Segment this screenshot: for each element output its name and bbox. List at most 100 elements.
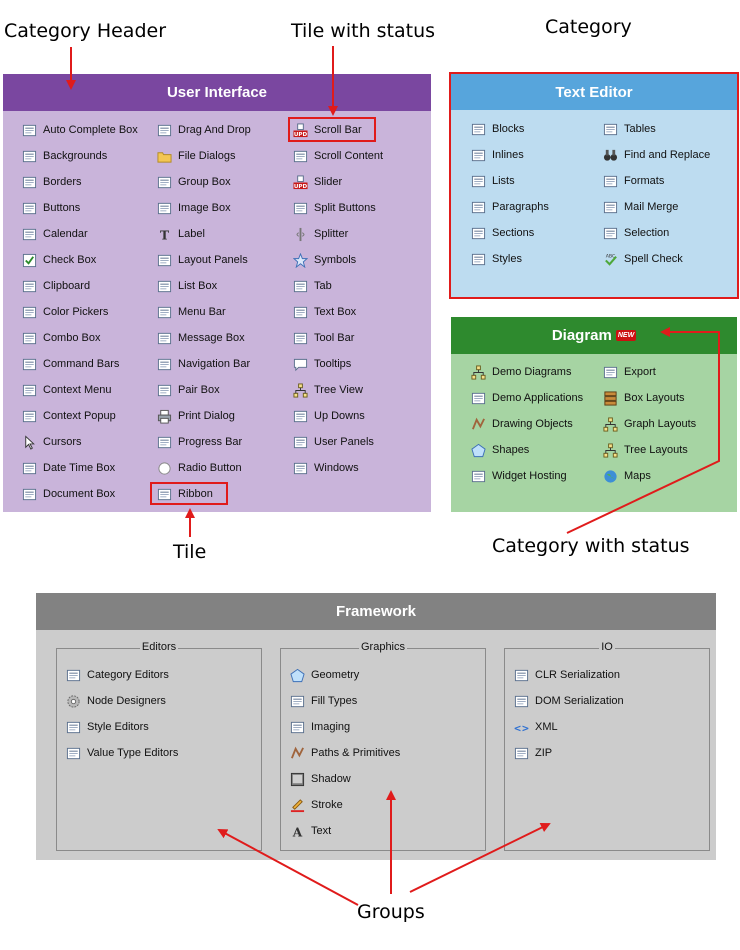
tile-label: XML (535, 721, 558, 733)
tree-layouts-icon (603, 442, 618, 458)
tile-menu-bar[interactable]: Menu Bar (157, 302, 226, 322)
auto-complete-box-icon (22, 123, 37, 138)
gear-icon (66, 694, 81, 709)
tile-symbols[interactable]: Symbols (293, 250, 356, 270)
tile-label: Paths & Primitives (311, 747, 401, 759)
group-title: Editors (139, 641, 179, 653)
callout-groups: Groups (357, 901, 425, 923)
tile-radio-button[interactable]: Radio Button (157, 458, 242, 478)
export-icon (603, 365, 618, 380)
tile-print-dialog[interactable]: Print Dialog (157, 406, 235, 426)
tile-label[interactable]: T Label (157, 224, 205, 244)
tile-demo-applications[interactable]: Demo Applications (471, 388, 583, 408)
tile-context-popup[interactable]: Context Popup (22, 406, 116, 426)
tile-image-box[interactable]: Image Box (157, 198, 231, 218)
tile-label: Combo Box (43, 332, 101, 344)
tile-tree-layouts[interactable]: Tree Layouts (603, 440, 688, 460)
tile-up-downs[interactable]: Up Downs (293, 406, 365, 426)
tile-tool-bar[interactable]: Tool Bar (293, 328, 354, 348)
tile-tooltips[interactable]: Tooltips (293, 354, 351, 374)
tile-user-panels[interactable]: User Panels (293, 432, 374, 452)
globe-icon (603, 469, 618, 484)
tile-windows[interactable]: Windows (293, 458, 359, 478)
tab-icon (293, 279, 308, 294)
tile-cursors[interactable]: Cursors (22, 432, 82, 452)
tile-geometry[interactable]: Geometry (290, 665, 359, 685)
tile-navigation-bar[interactable]: Navigation Bar (157, 354, 250, 374)
group-graphics: Graphics Geometry Fill Types Imaging Paths &… (280, 641, 486, 851)
tile-demo-diagrams[interactable]: Demo Diagrams (471, 362, 571, 382)
tile-file-dialogs[interactable]: File Dialogs (157, 146, 235, 166)
tile-context-menu[interactable]: Context Menu (22, 380, 111, 400)
tile-progress-bar[interactable]: Progress Bar (157, 432, 242, 452)
tile-zip[interactable]: ZIP (514, 743, 552, 763)
tile-borders[interactable]: Borders (22, 172, 82, 192)
tile-scroll-content[interactable]: Scroll Content (293, 146, 383, 166)
tile-label: ZIP (535, 747, 553, 759)
svg-text:UPD: UPD (294, 184, 308, 190)
tile-group-box[interactable]: Group Box (157, 172, 231, 192)
tile-drawing-objects[interactable]: Drawing Objects (471, 414, 573, 434)
tile-layout-panels[interactable]: Layout Panels (157, 250, 248, 270)
tile-color-pickers[interactable]: Color Pickers (22, 302, 108, 322)
printer-icon (157, 409, 172, 424)
tile-export[interactable]: Export (603, 362, 656, 382)
category-header[interactable]: Diagram NEW (451, 317, 737, 354)
tile-label: Drag And Drop (178, 124, 251, 136)
category-header[interactable]: User Interface (3, 74, 431, 111)
tile-label: Message Box (178, 332, 245, 344)
tile-drag-and-drop[interactable]: Drag And Drop (157, 120, 251, 140)
tile-clr-serialization[interactable]: CLR Serialization (514, 665, 620, 685)
tile-document-box[interactable]: Document Box (22, 484, 115, 504)
tile-value-type-editors[interactable]: Value Type Editors (66, 743, 178, 763)
tile-label: Drawing Objects (492, 418, 573, 430)
tile-split-buttons[interactable]: Split Buttons (293, 198, 376, 218)
tile-pair-box[interactable]: Pair Box (157, 380, 220, 400)
tile-tab[interactable]: Tab (293, 276, 332, 296)
tile-fill-types[interactable]: Fill Types (290, 691, 357, 711)
tile-box-layouts[interactable]: Box Layouts (603, 388, 685, 408)
fill-types-icon (290, 694, 305, 709)
tile-date-time-box[interactable]: Date Time Box (22, 458, 115, 478)
tile-message-box[interactable]: Message Box (157, 328, 245, 348)
tile-auto-complete-box[interactable]: Auto Complete Box (22, 120, 138, 140)
tile-label: Splitter (314, 228, 349, 240)
tile-graph-layouts[interactable]: Graph Layouts (603, 414, 696, 434)
category-header[interactable]: Framework (36, 593, 716, 630)
tile-list-box[interactable]: List Box (157, 276, 217, 296)
tile-splitter[interactable]: Splitter (293, 224, 348, 244)
tile-calendar[interactable]: Calendar (22, 224, 88, 244)
tile-label: Print Dialog (178, 410, 235, 422)
tile-clipboard[interactable]: Clipboard (22, 276, 90, 296)
tile-command-bars[interactable]: Command Bars (22, 354, 119, 374)
tile-check-box[interactable]: Check Box (22, 250, 96, 270)
tile-maps[interactable]: Maps (603, 466, 651, 486)
text-box-icon (293, 305, 308, 320)
tile-label: Style Editors (87, 721, 149, 733)
tile-shadow[interactable]: Shadow (290, 769, 351, 789)
dom-serialization-icon (514, 694, 529, 709)
tile-dom-serialization[interactable]: DOM Serialization (514, 691, 624, 711)
tile-text[interactable]: A Text (290, 821, 331, 841)
tile-label: Navigation Bar (178, 358, 251, 370)
tile-paths-primitives[interactable]: Paths & Primitives (290, 743, 400, 763)
tile-xml[interactable]: <> XML (514, 717, 558, 737)
tile-label: Radio Button (178, 462, 242, 474)
category-diagram: Diagram NEW Demo Diagrams Demo Applicatio… (451, 317, 737, 512)
tile-shapes[interactable]: Shapes (471, 440, 529, 460)
tile-category-editors[interactable]: Category Editors (66, 665, 169, 685)
tile-stroke[interactable]: Stroke (290, 795, 343, 815)
tile-label: Stroke (311, 799, 343, 811)
tile-node-designers[interactable]: Node Designers (66, 691, 166, 711)
star-icon (293, 252, 308, 268)
tile-widget-hosting[interactable]: Widget Hosting (471, 466, 567, 486)
tile-style-editors[interactable]: Style Editors (66, 717, 149, 737)
tile-imaging[interactable]: Imaging (290, 717, 350, 737)
tile-backgrounds[interactable]: Backgrounds (22, 146, 107, 166)
tile-text-box[interactable]: Text Box (293, 302, 356, 322)
tile-slider[interactable]: UPD Slider (293, 172, 342, 192)
tile-combo-box[interactable]: Combo Box (22, 328, 100, 348)
combo-box-icon (22, 331, 37, 346)
tile-buttons[interactable]: Buttons (22, 198, 80, 218)
tile-tree-view[interactable]: Tree View (293, 380, 363, 400)
